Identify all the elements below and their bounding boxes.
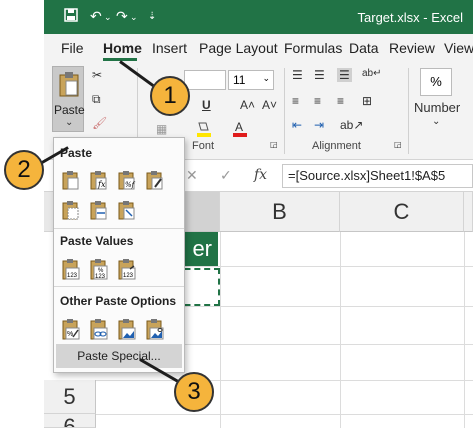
grid-line [464, 232, 465, 428]
tab-home[interactable]: Home [103, 40, 142, 56]
font-name-box[interactable] [184, 70, 226, 90]
align-right-icon[interactable]: ≡ [337, 94, 344, 108]
grid-line [96, 414, 473, 415]
callout-2: 2 [4, 150, 44, 190]
copy-icon[interactable]: ⧉ [92, 92, 101, 107]
cut-icon[interactable]: ✂ [92, 68, 102, 82]
save-icon[interactable] [64, 8, 78, 25]
svg-text:%: % [67, 331, 73, 338]
tab-file[interactable]: File [61, 40, 84, 56]
paste-values-icon[interactable]: 123 [62, 258, 84, 282]
chevron-down-icon: ⌄ [262, 73, 270, 83]
grid-line [340, 232, 341, 428]
svg-text:123: 123 [67, 273, 78, 279]
cancel-icon[interactable]: ✕ [186, 167, 198, 184]
left-margin [0, 0, 44, 428]
callout-3: 3 [174, 372, 214, 412]
align-top-icon[interactable]: ☰ [292, 68, 303, 82]
tab-data[interactable]: Data [349, 40, 379, 56]
svg-text:123: 123 [123, 273, 134, 279]
title-bar: ↶ ⌄ ↷ ⌄ ⇣ Target.xlsx - Excel [44, 0, 473, 34]
decrease-indent-icon[interactable]: ⇤ [292, 118, 302, 132]
insert-function-icon[interactable]: fx [254, 167, 267, 183]
wrap-text-icon[interactable]: ab↵ [362, 68, 382, 79]
paste-formulas-number-format-icon[interactable]: %f [118, 170, 140, 194]
shrink-font-icon[interactable]: A˅ [262, 98, 277, 112]
redo-icon[interactable]: ↷ [116, 8, 128, 25]
paste-picture-icon[interactable] [118, 318, 140, 342]
font-size-value: 11 [233, 73, 246, 87]
paste-values-source-formatting-icon[interactable]: 123 [118, 258, 140, 282]
paste-link-icon[interactable] [90, 318, 112, 342]
paste-values-number-format-icon[interactable]: % 123 [90, 258, 112, 282]
callout-1: 1 [150, 76, 190, 116]
paste-label: Paste [54, 103, 85, 117]
ribbon-separator [284, 68, 285, 154]
tab-review[interactable]: Review [389, 40, 435, 56]
clipboard-icon [59, 71, 79, 102]
underline-icon[interactable]: U [202, 98, 211, 112]
paste-keep-column-widths-icon[interactable] [90, 200, 112, 224]
svg-text:fx: fx [97, 180, 106, 189]
font-group-label: Font [192, 140, 215, 152]
chevron-down-icon[interactable]: ⌄ [432, 116, 440, 127]
fill-color-icon[interactable] [196, 120, 212, 141]
paste-formulas-icon[interactable]: fx [90, 170, 112, 194]
alignment-launcher-icon[interactable]: ◲ [394, 140, 402, 149]
paste-values-section-title: Paste Values [60, 234, 134, 248]
menu-divider [54, 286, 184, 287]
undo-icon[interactable]: ↶ [90, 8, 102, 25]
merge-center-icon[interactable]: ⊞ [362, 94, 372, 108]
font-size-box[interactable]: 11 ⌄ [228, 70, 274, 90]
redo-dropdown-icon[interactable]: ⌄ [130, 12, 138, 23]
paste-transpose-icon[interactable] [118, 200, 140, 224]
tab-formulas[interactable]: Formulas [284, 40, 342, 56]
svg-text:A: A [235, 120, 243, 134]
column-header-d[interactable] [464, 192, 473, 232]
other-paste-options-title: Other Paste Options [60, 294, 177, 308]
borders-icon[interactable]: ▦ [156, 122, 167, 136]
tab-page-layout[interactable]: Page Layout [199, 40, 278, 56]
svg-text:%f: %f [125, 181, 136, 189]
column-header-c[interactable]: C [340, 192, 464, 232]
chevron-down-icon[interactable]: ⌄ [65, 117, 73, 128]
ribbon-separator [408, 68, 409, 154]
paste-icon[interactable] [62, 170, 84, 194]
align-bottom-icon[interactable]: ☰ [337, 68, 352, 82]
row-header-5[interactable]: 5 [44, 380, 96, 414]
customize-icon[interactable]: ⇣ [148, 11, 156, 22]
paste-dropdown: Paste fx %f Paste Values 123 % 123 123 Ot… [53, 137, 185, 373]
tab-insert[interactable]: Insert [152, 40, 187, 56]
align-left-icon[interactable]: ≡ [292, 94, 299, 108]
enter-icon[interactable]: ✓ [220, 167, 232, 184]
font-color-icon[interactable]: A [232, 120, 248, 141]
paste-special-button[interactable]: Paste Special... [56, 344, 182, 368]
number-format-button[interactable]: % [420, 68, 452, 96]
row-header-6[interactable]: 6 [44, 414, 96, 428]
paste-keep-source-formatting-icon[interactable] [146, 170, 168, 194]
formula-input[interactable]: =[Source.xlsx]Sheet1!$A$5 [282, 164, 473, 188]
orientation-icon[interactable]: ab↗ [340, 118, 363, 132]
format-painter-icon[interactable]: 🖌 [92, 116, 107, 130]
undo-dropdown-icon[interactable]: ⌄ [104, 12, 112, 23]
alignment-group-label: Alignment [312, 140, 361, 152]
align-middle-icon[interactable]: ☰ [314, 68, 325, 82]
paste-linked-picture-icon[interactable] [146, 318, 168, 342]
increase-indent-icon[interactable]: ⇥ [314, 118, 324, 132]
paste-no-borders-icon[interactable] [62, 200, 84, 224]
column-header-b[interactable]: B [220, 192, 340, 232]
grid-line [96, 380, 473, 381]
grid-line [220, 232, 221, 428]
tab-view[interactable]: View [444, 40, 473, 56]
paste-button[interactable]: Paste ⌄ [52, 66, 85, 132]
align-center-icon[interactable]: ≡ [314, 94, 321, 108]
svg-text:123: 123 [95, 274, 106, 280]
menu-divider [54, 228, 184, 229]
paste-formatting-icon[interactable]: % [62, 318, 84, 342]
number-label: Number [414, 100, 461, 115]
window-title: Target.xlsx - Excel [357, 10, 463, 25]
font-launcher-icon[interactable]: ◲ [270, 140, 278, 149]
grow-font-icon[interactable]: A˄ [240, 98, 255, 112]
